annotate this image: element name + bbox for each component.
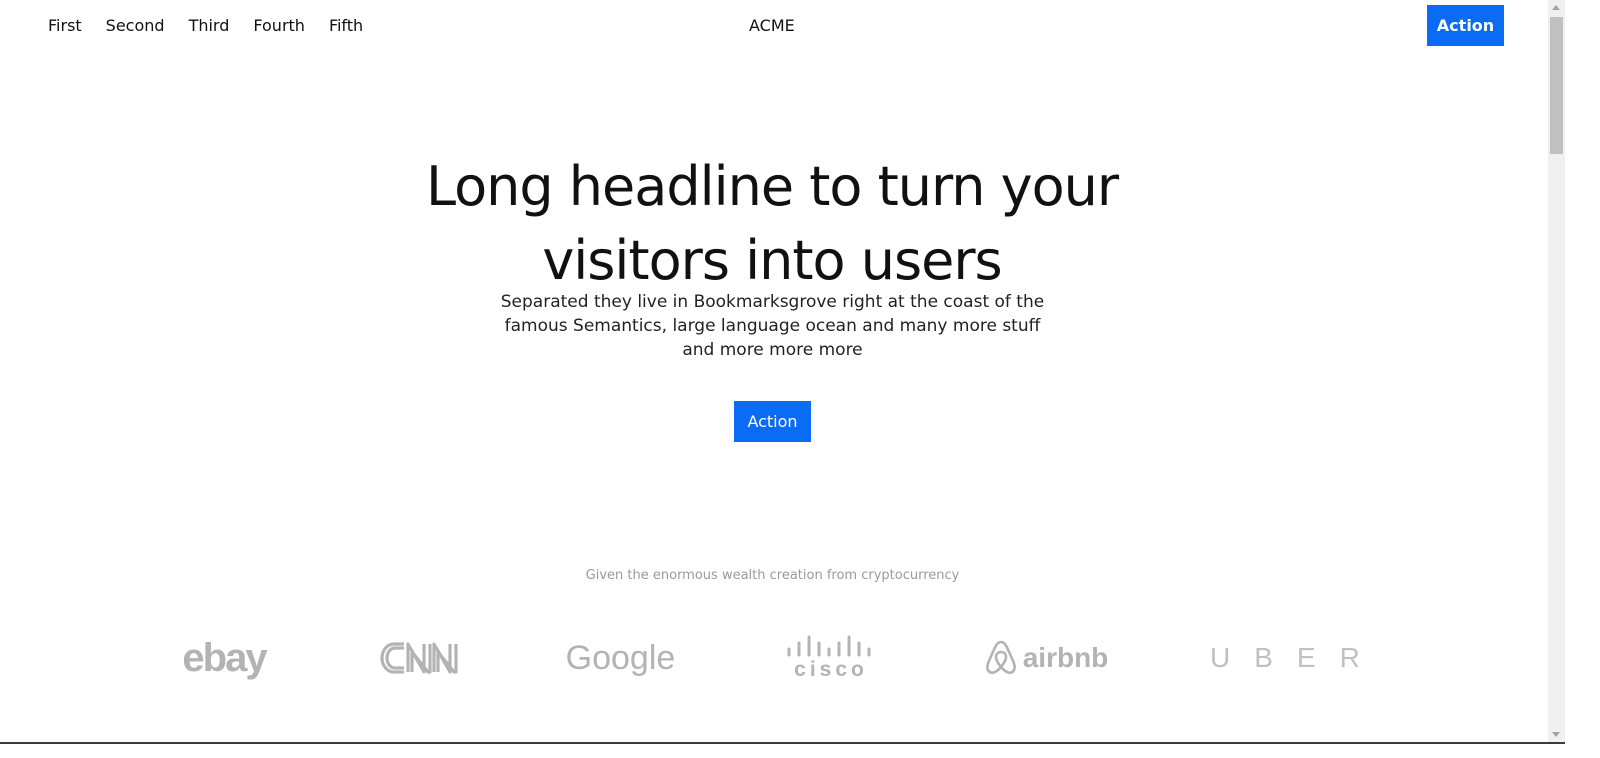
nav-link-fifth[interactable]: Fifth bbox=[329, 14, 363, 38]
hero-subtitle: Separated they live in Bookmarksgrove ri… bbox=[500, 292, 1045, 360]
vertical-scrollbar[interactable] bbox=[1548, 0, 1565, 742]
nav-link-third[interactable]: Third bbox=[189, 14, 230, 38]
uber-logo: UBER bbox=[1210, 642, 1384, 673]
nav-link-first[interactable]: First bbox=[48, 14, 82, 38]
main-nav: First Second Third Fourth Fifth bbox=[48, 14, 387, 38]
cnn-logo-mark bbox=[380, 642, 458, 674]
cnn-logo bbox=[378, 634, 464, 682]
nav-link-fourth[interactable]: Fourth bbox=[253, 14, 305, 38]
cisco-wordmark: cisco bbox=[794, 658, 868, 681]
hero-headline: Long headline to turn your visitors into … bbox=[380, 150, 1164, 298]
scrollbar-thumb[interactable] bbox=[1550, 17, 1563, 154]
cisco-bars-icon bbox=[787, 635, 871, 657]
page: First Second Third Fourth Fifth ACME Act… bbox=[0, 0, 1600, 758]
airbnb-wordmark: airbnb bbox=[1022, 642, 1109, 673]
google-logo: Google bbox=[565, 638, 676, 677]
scroll-up-arrow-icon[interactable] bbox=[1552, 5, 1560, 10]
landing-page: First Second Third Fourth Fifth ACME Act… bbox=[0, 0, 1548, 758]
scroll-down-arrow-icon[interactable] bbox=[1552, 732, 1560, 737]
nav-link-second[interactable]: Second bbox=[106, 14, 165, 38]
nav-action-button[interactable]: Action bbox=[1427, 5, 1504, 46]
ebay-logo: ebay bbox=[182, 635, 267, 680]
window-edge bbox=[1565, 0, 1600, 758]
airbnb-logo: airbnb bbox=[982, 634, 1109, 682]
window-bottom-border bbox=[0, 742, 1565, 744]
brand-logo[interactable]: ACME bbox=[749, 14, 795, 38]
hero-headline-line1: Long headline to turn your bbox=[425, 155, 1119, 218]
logos-tagline: Given the enormous wealth creation from … bbox=[585, 568, 960, 583]
airbnb-belo-icon bbox=[985, 640, 1016, 674]
hero-action-button[interactable]: Action bbox=[734, 401, 811, 442]
cisco-logo: cisco bbox=[780, 630, 882, 686]
hero-headline-line2: visitors into users bbox=[542, 229, 1002, 292]
